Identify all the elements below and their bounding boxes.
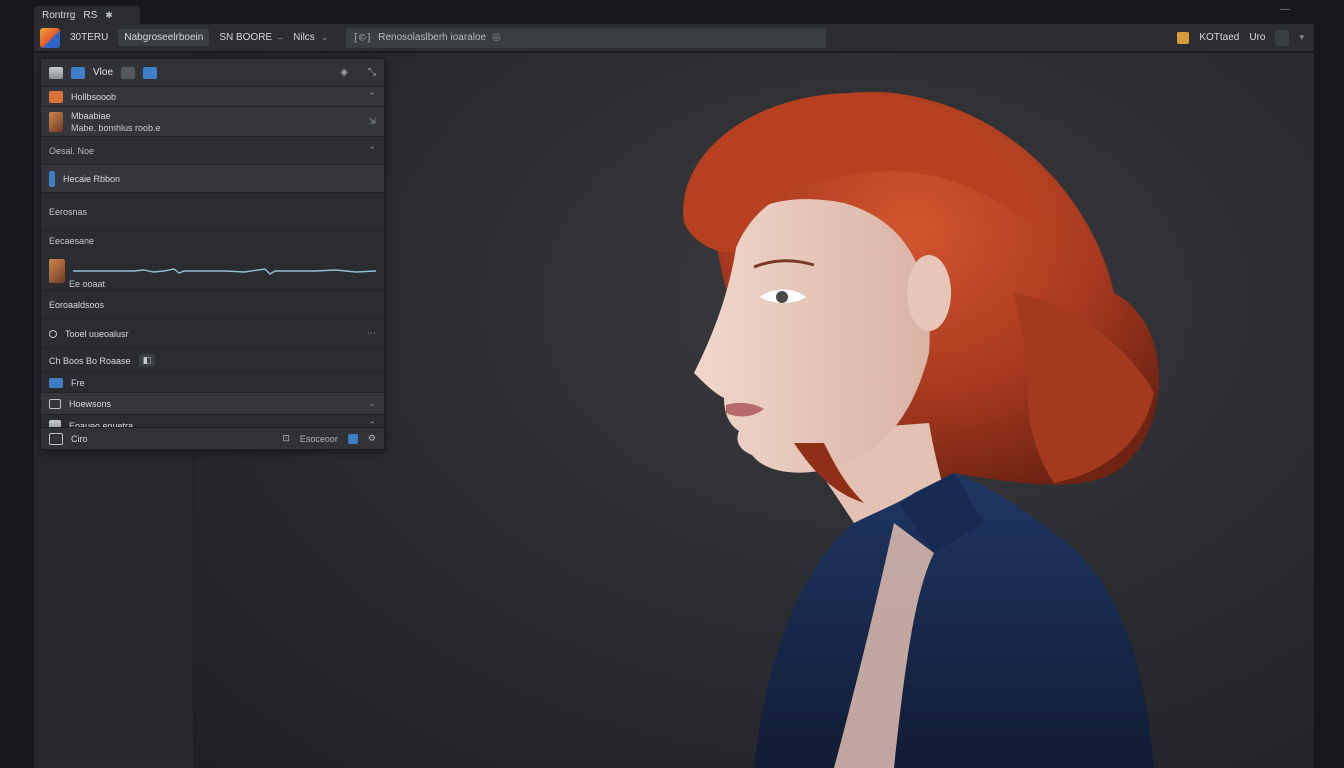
menu-item-view[interactable]: SN BOORE xyxy=(219,32,272,43)
menubar-right: KOTtaed Uro ▾ xyxy=(1177,29,1314,46)
panel-header: Vloe ◈ ⤡ xyxy=(41,59,384,87)
list-item[interactable]: Eoroaaldsoos xyxy=(41,291,384,319)
account-icon[interactable] xyxy=(1177,31,1190,44)
brush-icon xyxy=(49,170,55,187)
fx-icon[interactable]: ⊡ xyxy=(282,433,290,444)
chevron-down-icon[interactable]: – xyxy=(278,33,283,43)
thumbnail-icon xyxy=(49,111,63,132)
search-field[interactable]: [©] Renosolaslberh ioaraloe ◎ xyxy=(346,27,827,48)
dot-icon xyxy=(49,329,57,338)
keyboard-icon[interactable] xyxy=(1275,29,1290,46)
menu-bar: 30TERU Nabgroseelrboein SN BOORE – Nilcs… xyxy=(34,24,1314,52)
move-icon[interactable]: ⇲ xyxy=(368,116,376,127)
menu-item-file[interactable]: 30TERU xyxy=(70,32,108,43)
settings-icon[interactable]: ⚙ xyxy=(368,433,376,444)
chevron-down-icon[interactable]: ▾ xyxy=(1299,32,1304,43)
grid-icon xyxy=(49,398,61,409)
menu-item-edit[interactable]: Nabgroseelrboein xyxy=(118,29,210,46)
waveform-graph[interactable] xyxy=(73,261,376,281)
iris xyxy=(776,291,788,303)
color-icon[interactable] xyxy=(347,433,358,444)
list-item[interactable]: Fre xyxy=(41,373,384,393)
row-sublabel: Mabe. bomhlus roob.e xyxy=(71,122,161,133)
cloud-icon[interactable] xyxy=(143,66,158,79)
lock-icon[interactable]: ◈ xyxy=(340,67,348,78)
row-label: Tooel uueoalusr xyxy=(65,328,129,339)
section-label: Eecaesane xyxy=(49,236,95,246)
section-label: Eerosnas xyxy=(49,206,88,217)
footer-label: Ciro xyxy=(71,433,88,444)
loading-icon: ◎ xyxy=(492,32,501,43)
collapse-icon[interactable]: ⤡ xyxy=(368,67,376,78)
more-icon[interactable]: ⋯ xyxy=(367,328,376,339)
row-label: Hollbsooob xyxy=(71,91,117,102)
toggle-button[interactable]: ◧ xyxy=(138,354,156,367)
row-text: Mbaabiae Mabe. bomhlus roob.e xyxy=(71,111,161,133)
waveform-line xyxy=(73,267,376,275)
list-item[interactable]: Mbaabiae Mabe. bomhlus roob.e ⇲ xyxy=(41,107,384,137)
properties-panel: Vloe ◈ ⤡ Hollbsooob ⌃ Mbaabiae Mabe. bom… xyxy=(40,58,385,450)
camera-icon[interactable] xyxy=(49,66,63,79)
account-label[interactable]: KOTtaed xyxy=(1199,32,1239,43)
list-item[interactable]: Hecaie Rbbon xyxy=(41,165,384,193)
chevron-down-icon[interactable]: ⌄ xyxy=(321,32,329,43)
clip-thumbnail-icon xyxy=(49,258,65,283)
bracket-icon: [©] xyxy=(352,31,373,44)
row-label: Hoewsons xyxy=(69,398,112,409)
app-logo-icon[interactable] xyxy=(40,27,60,48)
chevron-down-icon[interactable]: ⌃ xyxy=(368,91,376,102)
folder-icon xyxy=(49,377,63,388)
section-header[interactable]: Oesal. Noe ⌃ xyxy=(41,137,384,165)
waveform-label: Ee ooaat xyxy=(69,279,106,289)
chevron-down-icon[interactable]: ⌄ xyxy=(368,398,376,409)
list-item[interactable]: Ch Boos Bo Roaase ◧ xyxy=(41,349,384,373)
row-label: Eoroaaldsoos xyxy=(49,299,105,310)
footer-right-label[interactable]: Esoceoor xyxy=(300,434,338,444)
section-header[interactable]: Eecaesane xyxy=(41,231,384,251)
pin-icon[interactable] xyxy=(121,66,136,79)
row-label: Hecaie Rbbon xyxy=(63,173,121,184)
search-value[interactable]: Renosolaslberh ioaraloe xyxy=(378,32,486,43)
user-label[interactable]: Uro xyxy=(1249,32,1265,43)
list-item[interactable]: Hollbsooob ⌃ xyxy=(41,87,384,107)
frame-icon[interactable] xyxy=(49,432,63,445)
list-item[interactable]: Hoewsons ⌄ xyxy=(41,393,384,415)
close-icon[interactable]: ✱ xyxy=(105,10,113,21)
ear xyxy=(907,255,951,331)
waveform-row[interactable]: Ee ooaat xyxy=(41,251,384,291)
panel-header-right: ◈ ⤡ xyxy=(340,67,376,78)
window-tab-label: Rontrrg xyxy=(42,9,76,21)
footer-right: ⊡ Esoceoor ⚙ xyxy=(282,433,376,444)
window-tab[interactable]: Rontrrg RS ✱ xyxy=(34,6,140,24)
section-header[interactable]: Eerosnas xyxy=(41,193,384,231)
record-icon[interactable] xyxy=(71,66,85,79)
chevron-up-icon[interactable]: ⌃ xyxy=(368,145,376,156)
list-item[interactable]: Tooel uueoalusr ⋯ xyxy=(41,319,384,349)
minimize-icon[interactable]: — xyxy=(1280,4,1290,15)
section-label: Oesal. Noe xyxy=(49,145,95,156)
layer-icon xyxy=(49,90,63,103)
row-label: Ch Boos Bo Roaase xyxy=(49,355,131,366)
window-tab-extra: RS xyxy=(83,9,98,21)
row-label: Fre xyxy=(71,377,85,388)
panel-title: Vloe xyxy=(93,67,114,78)
panel-footer: Ciro ⊡ Esoceoor ⚙ xyxy=(41,427,384,449)
menu-item-tools[interactable]: Nilcs xyxy=(293,32,315,43)
row-label: Mbaabiae xyxy=(71,110,111,121)
